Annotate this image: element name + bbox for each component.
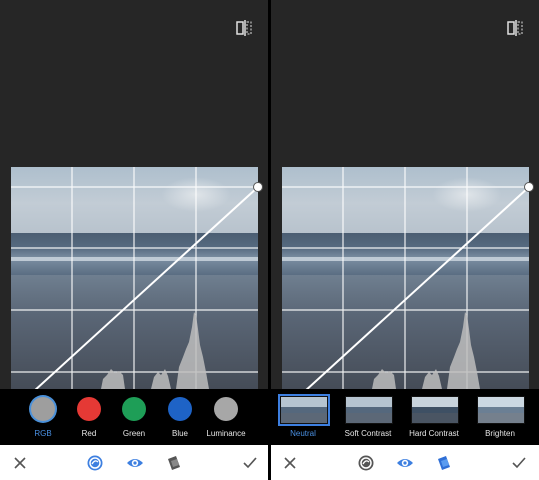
preset-soft-contrast-thumbnail[interactable] [345, 396, 393, 424]
histogram [372, 312, 480, 389]
styles-icon[interactable] [435, 454, 453, 472]
preset-brighten-thumbnail[interactable] [477, 396, 525, 424]
channel-green-button[interactable] [122, 397, 146, 421]
channel-toolbar: RGB Red Green Blue Luminance [0, 389, 268, 445]
curve-control-point[interactable] [524, 182, 534, 192]
check-icon[interactable] [241, 454, 259, 472]
curve-control-point[interactable] [253, 182, 263, 192]
preset-hard-contrast-thumbnail[interactable] [411, 396, 459, 424]
curves-screen-right: Neutral Soft Contrast Hard Contrast Brig… [271, 0, 539, 480]
preset-toolbar: Neutral Soft Contrast Hard Contrast Brig… [271, 389, 539, 445]
channel-blue-button[interactable] [168, 397, 192, 421]
channel-red-button[interactable] [77, 397, 101, 421]
channel-luminance-button[interactable] [214, 397, 238, 421]
eye-icon[interactable] [126, 454, 144, 472]
compare-split-icon[interactable] [236, 19, 252, 37]
curves-icon[interactable] [357, 454, 375, 472]
preset-neutral-thumbnail[interactable] [280, 396, 328, 424]
bottom-bar [271, 445, 539, 480]
histogram [101, 312, 209, 389]
styles-icon[interactable] [165, 454, 183, 472]
close-icon[interactable] [11, 454, 29, 472]
eye-icon[interactable] [396, 454, 414, 472]
curves-screen-left: RGB Red Green Blue Luminance [0, 0, 268, 480]
preset-brighten-label: Brighten [485, 429, 515, 438]
bottom-bar [0, 445, 268, 480]
compare-split-icon[interactable] [507, 19, 523, 37]
check-icon[interactable] [510, 454, 528, 472]
close-icon[interactable] [281, 454, 299, 472]
channel-rgb-button[interactable] [31, 397, 55, 421]
channel-luminance-label: Luminance [206, 429, 246, 438]
curves-grid[interactable] [10, 167, 268, 413]
curves-grid[interactable] [281, 167, 539, 413]
curves-icon[interactable] [86, 454, 104, 472]
